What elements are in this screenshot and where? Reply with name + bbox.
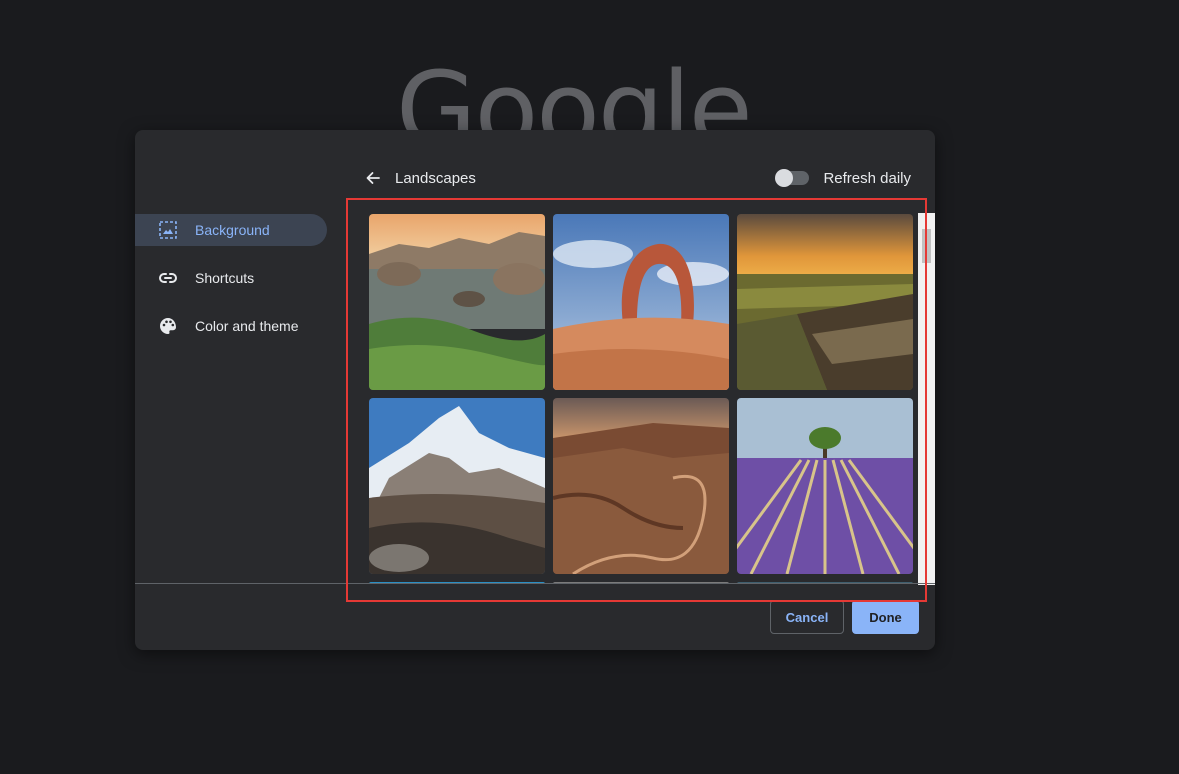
back-arrow-icon[interactable] bbox=[359, 164, 387, 192]
collection-header: Landscapes Refresh daily bbox=[357, 162, 911, 194]
refresh-daily-toggle[interactable] bbox=[775, 169, 810, 187]
image-tile-delicate-arch[interactable] bbox=[553, 214, 729, 390]
image-tile-desert-canyon-road[interactable] bbox=[553, 398, 729, 574]
palette-icon bbox=[157, 315, 179, 337]
image-grid bbox=[369, 214, 913, 584]
sidebar-item-label: Shortcuts bbox=[195, 270, 255, 286]
done-button[interactable]: Done bbox=[852, 600, 919, 634]
sidebar-item-color-and-theme[interactable]: Color and theme bbox=[135, 310, 327, 342]
grid-scrollbar[interactable] bbox=[918, 213, 935, 585]
link-icon bbox=[157, 267, 179, 289]
sidebar-item-background[interactable]: Background bbox=[135, 214, 327, 246]
image-tile-canyon-sunset[interactable] bbox=[737, 214, 913, 390]
sidebar-item-label: Background bbox=[195, 222, 270, 238]
sidebar-item-label: Color and theme bbox=[195, 318, 299, 334]
sidebar-item-shortcuts[interactable]: Shortcuts bbox=[135, 262, 327, 294]
refresh-daily-label: Refresh daily bbox=[823, 169, 911, 187]
toggle-knob bbox=[775, 169, 794, 187]
customize-dialog: Background Shortcuts Color and theme Lan… bbox=[135, 130, 935, 650]
image-tile-lavender-field-tree[interactable] bbox=[737, 398, 913, 574]
footer-divider bbox=[135, 583, 935, 584]
image-icon bbox=[157, 219, 179, 241]
scrollbar-thumb[interactable] bbox=[922, 229, 931, 263]
image-tile-snowy-mountain[interactable] bbox=[369, 398, 545, 574]
collection-title: Landscapes bbox=[395, 169, 476, 187]
cancel-button[interactable]: Cancel bbox=[770, 600, 844, 634]
image-tile-rocky-coast[interactable] bbox=[369, 214, 545, 390]
